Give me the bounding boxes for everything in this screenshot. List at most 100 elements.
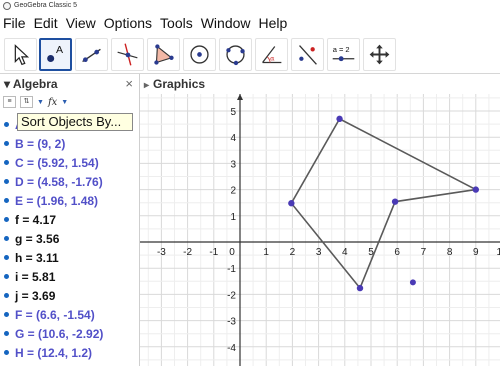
- svg-text:α: α: [270, 55, 275, 63]
- tool-bar: A α a = 2: [0, 34, 500, 74]
- visibility-bullet-icon[interactable]: [4, 198, 9, 203]
- visibility-bullet-icon[interactable]: [4, 312, 9, 317]
- graphics-title: Graphics: [153, 77, 206, 91]
- algebra-item[interactable]: F = (6.6, -1.54): [0, 306, 140, 324]
- x-tick-label: -2: [183, 247, 192, 258]
- x-tick-label: 6: [394, 247, 400, 258]
- free-point: [409, 279, 416, 286]
- y-tick-label: -1: [227, 264, 236, 275]
- slider-tool-label: a = 2: [333, 45, 350, 54]
- menu-edit[interactable]: Edit: [34, 15, 58, 31]
- visibility-bullet-icon[interactable]: [4, 293, 9, 298]
- y-tick-label: 3: [230, 159, 236, 170]
- algebra-item[interactable]: i = 5.81: [0, 268, 140, 286]
- fx-label[interactable]: fx: [48, 97, 57, 108]
- algebra-item[interactable]: D = (4.58, -1.76): [0, 173, 140, 191]
- visibility-bullet-icon[interactable]: [4, 217, 9, 222]
- algebra-item-text: h = 3.11: [15, 251, 59, 265]
- menu-options[interactable]: Options: [104, 15, 152, 31]
- x-tick-label: -3: [157, 247, 166, 258]
- angle-tool-icon: α: [262, 46, 282, 64]
- y-tick-label: 4: [230, 133, 236, 144]
- algebra-item-text: D = (4.58, -1.76): [15, 175, 103, 189]
- algebra-header: ▾ Algebra ×: [0, 74, 139, 94]
- fx-dropdown-icon[interactable]: ▼: [61, 99, 68, 106]
- visibility-bullet-icon[interactable]: [4, 274, 9, 279]
- sort-dropdown-icon[interactable]: ▼: [37, 99, 44, 106]
- algebra-item[interactable]: g = 3.56: [0, 230, 140, 248]
- perpendicular-line-button[interactable]: [111, 38, 144, 71]
- visibility-bullet-icon[interactable]: [4, 350, 9, 355]
- close-algebra-button[interactable]: ×: [125, 74, 133, 94]
- y-axis-arrow: [237, 94, 243, 100]
- y-tick-label: -4: [227, 343, 236, 354]
- move-graphics-button[interactable]: [363, 38, 396, 71]
- algebra-item[interactable]: j = 3.69: [0, 287, 140, 305]
- visibility-bullet-icon[interactable]: [4, 141, 9, 146]
- window-title: GeoGebra Classic 5: [14, 2, 78, 9]
- algebra-item-text: f = 4.17: [15, 213, 57, 227]
- sort-objects-button[interactable]: ⇅: [20, 96, 33, 108]
- reflect-line-button[interactable]: [291, 38, 324, 71]
- x-tick-label: 7: [421, 247, 427, 258]
- x-tick-label: 3: [316, 247, 322, 258]
- polygon-tool-button[interactable]: [147, 38, 180, 71]
- visibility-bullet-icon[interactable]: [4, 236, 9, 241]
- move-graphics-icon: [369, 44, 390, 65]
- graphics-canvas[interactable]: -4-3-2-1012345678910654321-1-2-3-4: [140, 94, 500, 366]
- perpendicular-line-icon: [117, 43, 138, 66]
- algebra-item-text: g = 3.56: [15, 232, 60, 246]
- x-tick-label: 4: [342, 247, 348, 258]
- algebra-item[interactable]: B = (9, 2): [0, 135, 140, 153]
- auxiliary-objects-button[interactable]: ≡: [3, 96, 16, 108]
- circle-three-points-button[interactable]: [219, 38, 252, 71]
- polygon-vertex-point: [472, 186, 479, 193]
- menu-file[interactable]: File: [3, 15, 26, 31]
- line-tool-button[interactable]: [75, 38, 108, 71]
- menu-help[interactable]: Help: [259, 15, 288, 31]
- point-tool-label: A: [56, 44, 63, 56]
- y-tick-label: 2: [230, 186, 236, 197]
- algebra-item[interactable]: E = (1.96, 1.48): [0, 192, 140, 210]
- polygon-vertex-point: [391, 198, 399, 205]
- polygon-vertex-point: [336, 115, 343, 123]
- algebra-item-text: B = (9, 2): [15, 137, 66, 151]
- visibility-bullet-icon[interactable]: [4, 179, 9, 184]
- algebra-item-text: i = 5.81: [15, 270, 56, 284]
- slider-tool-button[interactable]: a = 2: [327, 38, 360, 71]
- circle-center-point-icon: [190, 45, 209, 64]
- reflect-line-icon: [299, 45, 317, 65]
- point-tool-button[interactable]: A: [39, 38, 72, 71]
- y-tick-label: 5: [230, 107, 236, 118]
- menu-bar: File Edit View Options Tools Window Help: [0, 12, 500, 34]
- line-tool-icon: [82, 48, 101, 63]
- expand-arrow-icon[interactable]: ▸: [144, 80, 149, 91]
- visibility-bullet-icon[interactable]: [4, 160, 9, 165]
- algebra-item[interactable]: C = (5.92, 1.54): [0, 154, 140, 172]
- visibility-bullet-icon[interactable]: [4, 331, 9, 336]
- algebra-item-text: E = (1.96, 1.48): [15, 194, 99, 208]
- menu-tools[interactable]: Tools: [160, 15, 193, 31]
- x-tick-label: 2: [290, 247, 296, 258]
- visibility-bullet-icon[interactable]: [4, 122, 9, 127]
- algebra-item-text: H = (12.4, 1.2): [15, 346, 93, 360]
- move-tool-button[interactable]: [4, 38, 37, 71]
- slider-tool-icon: a = 2: [333, 45, 355, 62]
- algebra-item[interactable]: H = (12.4, 1.2): [0, 344, 140, 362]
- menu-view[interactable]: View: [66, 15, 96, 31]
- circle-three-points-icon: [226, 45, 245, 66]
- sort-tooltip: Sort Objects By...: [17, 113, 133, 131]
- visibility-bullet-icon[interactable]: [4, 255, 9, 260]
- point-tool-icon: A: [47, 44, 63, 62]
- algebra-item[interactable]: h = 3.11: [0, 249, 140, 267]
- circle-center-point-button[interactable]: [183, 38, 216, 71]
- algebra-item[interactable]: f = 4.17: [0, 211, 140, 229]
- algebra-item[interactable]: G = (10.6, -2.92): [0, 325, 140, 343]
- polygon-vertex-point: [288, 200, 295, 207]
- menu-window[interactable]: Window: [201, 15, 251, 31]
- collapse-arrow-icon[interactable]: ▾: [4, 77, 13, 91]
- y-tick-label: -3: [227, 317, 236, 328]
- algebra-item-text: C = (5.92, 1.54): [15, 156, 99, 170]
- angle-tool-button[interactable]: α: [255, 38, 288, 71]
- algebra-title: Algebra: [12, 77, 58, 91]
